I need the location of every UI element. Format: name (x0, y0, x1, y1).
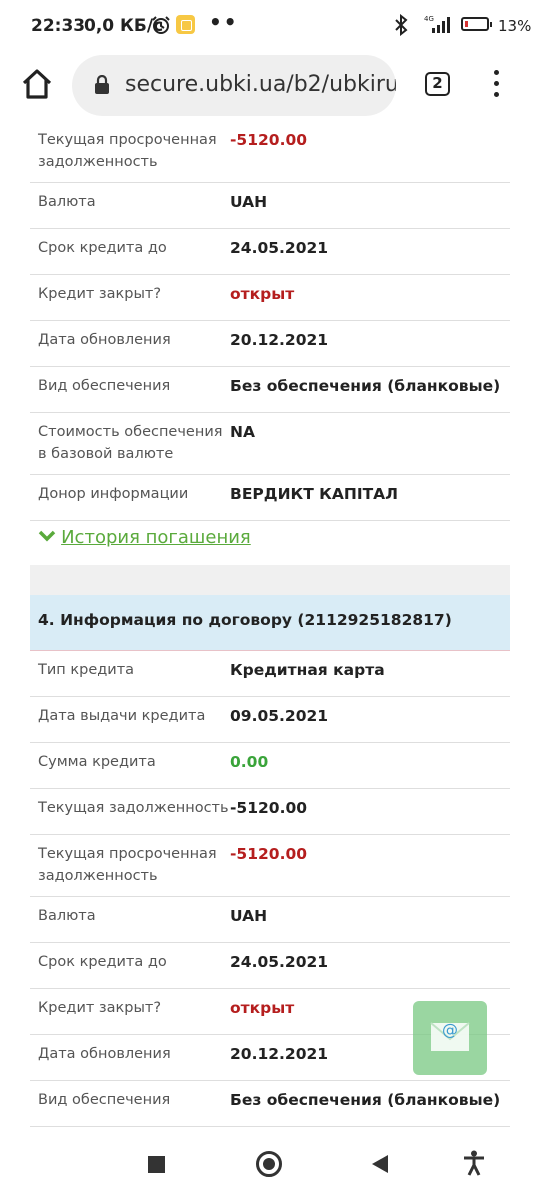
tab-switcher-button[interactable]: 2 (425, 72, 450, 96)
alarm-icon (151, 15, 171, 39)
network-type-label: 4G (424, 15, 434, 23)
info-row: Дата выдачи кредита 09.05.2021 (30, 697, 510, 743)
info-row: Кредит закрыт? открыт (30, 275, 510, 321)
field-label: Тип кредита (38, 662, 135, 678)
field-value: UAH (230, 193, 268, 211)
accessibility-button[interactable] (462, 1150, 486, 1180)
info-row: Сумма кредита 0.00 (30, 743, 510, 789)
status-bar: 22:33 0,0 КБ/с •• 4G 13% (0, 0, 540, 52)
field-label: Стоимость обеспечения в базовой валюте (38, 424, 223, 462)
field-value: 20.12.2021 (230, 331, 329, 349)
browser-menu-button[interactable] (491, 70, 501, 100)
field-label: Валюта (38, 908, 96, 924)
field-value: 24.05.2021 (230, 239, 329, 257)
field-value: -5120.00 (230, 131, 308, 149)
info-row: Валюта UAH (30, 897, 510, 943)
accessibility-icon (464, 1150, 484, 1176)
info-row: Срок кредита до 24.05.2021 (30, 229, 510, 275)
field-label: Дата выдачи кредита (38, 708, 206, 724)
field-label: Текущая задолженность (38, 800, 229, 816)
field-label: Вид обеспечения (38, 378, 171, 394)
system-navigation-bar (0, 1128, 540, 1200)
field-value: 09.05.2021 (230, 707, 329, 725)
field-value: Кредитная карта (230, 661, 385, 679)
field-label: Текущая просроченная задолженность (38, 846, 217, 884)
svg-text:@: @ (442, 1020, 458, 1039)
field-label: Дата обновления (38, 1046, 171, 1062)
info-row: Тип кредита Кредитная карта (30, 651, 510, 697)
battery-icon (461, 17, 492, 31)
field-value: открыт (230, 285, 295, 303)
field-value: NA (230, 423, 255, 441)
recents-button[interactable] (148, 1156, 165, 1173)
field-value: 0.00 (230, 753, 269, 771)
info-row: Текущая задолженность -5120.00 (30, 789, 510, 835)
field-value: -5120.00 (230, 799, 308, 817)
signal-icon: 4G (422, 14, 454, 38)
home-icon (22, 69, 52, 99)
lock-icon (94, 74, 110, 99)
info-row: Срок кредита до 24.05.2021 (30, 943, 510, 989)
browser-toolbar: secure.ubki.ua/b2/ubkiru 2 (0, 52, 540, 126)
payment-history-link[interactable]: История погашения (61, 527, 251, 548)
field-label: Донор информации (38, 486, 189, 502)
page-viewport: Текущая просроченная задолженность -5120.… (0, 126, 540, 1128)
home-nav-button[interactable] (256, 1151, 282, 1177)
contract-3-fields: Текущая просроченная задолженность -5120.… (30, 126, 510, 521)
field-label: Текущая просроченная задолженность (38, 132, 217, 170)
field-value: -5120.00 (230, 845, 308, 863)
info-row: Вид обеспечения Без обеспечения (бланковы… (30, 1081, 510, 1127)
back-button[interactable] (370, 1154, 390, 1178)
home-button[interactable] (20, 67, 54, 101)
field-label: Срок кредита до (38, 240, 167, 256)
status-time: 22:33 (31, 16, 86, 36)
back-triangle-icon (372, 1155, 388, 1173)
info-row: Донор информации ВЕРДИКТ КАПІТАЛ (30, 475, 510, 521)
more-notifications-icon: •• (209, 10, 239, 34)
field-label: Сумма кредита (38, 754, 156, 770)
field-label: Дата обновления (38, 332, 171, 348)
field-value: Без обеспечения (бланковые) (230, 377, 501, 395)
section-divider (30, 565, 510, 595)
info-row: Текущая просроченная задолженность -5120.… (30, 835, 510, 897)
floating-mail-button[interactable]: @ (413, 1001, 487, 1075)
info-row: Дата обновления 20.12.2021 (30, 321, 510, 367)
app-notification-icon (176, 15, 195, 34)
payment-history-toggle[interactable]: История погашения (30, 521, 510, 565)
info-row: Текущая просроченная задолженность -5120.… (30, 126, 510, 183)
url-text: secure.ubki.ua/b2/ubkiru (125, 72, 396, 97)
battery-percent: 13% (498, 17, 532, 35)
field-label: Вид обеспечения (38, 1092, 171, 1108)
field-value: UAH (230, 907, 268, 925)
section-4-header: 4. Информация по договору (2112925182817… (30, 595, 510, 651)
bluetooth-icon (393, 13, 409, 40)
info-row: Вид обеспечения Без обеспечения (бланковы… (30, 367, 510, 413)
field-value: ВЕРДИКТ КАПІТАЛ (230, 485, 399, 503)
chevron-down-icon (38, 528, 56, 547)
info-row: Стоимость обеспечения в базовой валюте NA (30, 413, 510, 475)
field-value: Без обеспечения (бланковые) (230, 1091, 501, 1109)
field-label: Кредит закрыт? (38, 286, 162, 302)
credit-report-content: Текущая просроченная задолженность -5120.… (30, 126, 510, 1128)
field-label: Валюта (38, 194, 96, 210)
mail-at-icon: @ (430, 1020, 470, 1051)
field-value: 24.05.2021 (230, 953, 329, 971)
field-label: Кредит закрыт? (38, 1000, 162, 1016)
info-row: Валюта UAH (30, 183, 510, 229)
field-label: Срок кредита до (38, 954, 167, 970)
address-bar[interactable]: secure.ubki.ua/b2/ubkiru (72, 55, 396, 116)
